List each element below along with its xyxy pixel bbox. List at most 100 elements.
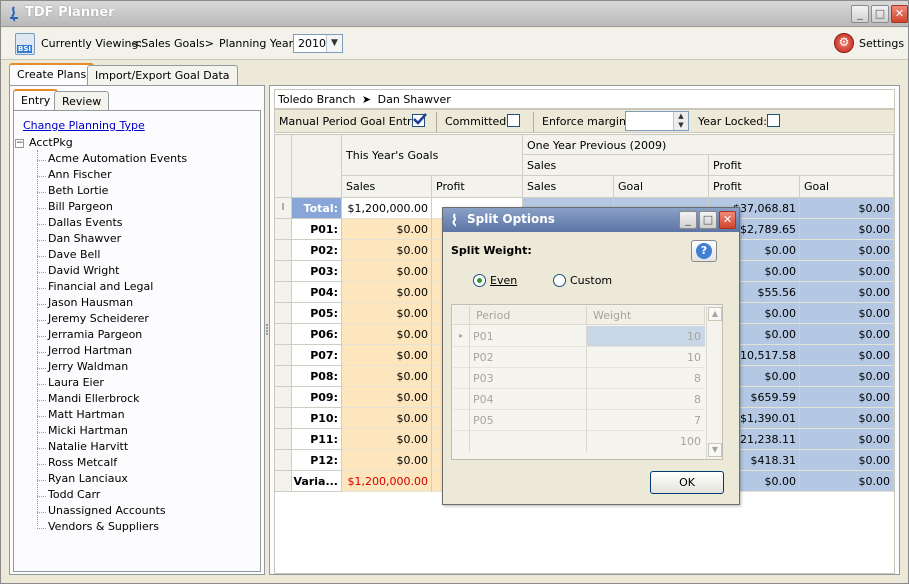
row-selector[interactable] bbox=[275, 366, 292, 387]
help-button[interactable]: ? bbox=[691, 240, 717, 262]
cell-tyg-sales[interactable]: $0.00 bbox=[342, 408, 432, 429]
row-selector[interactable] bbox=[275, 450, 292, 471]
row-selector[interactable] bbox=[275, 387, 292, 408]
spinner-arrows-icon[interactable]: ▲ ▼ bbox=[673, 112, 688, 130]
dialog-maximize-button[interactable]: □ bbox=[699, 211, 717, 229]
title-bar[interactable]: TDF Planner _ □ ✕ bbox=[1, 1, 908, 27]
minimize-button[interactable]: _ bbox=[851, 5, 869, 23]
row-selector[interactable] bbox=[275, 282, 292, 303]
collapse-icon[interactable]: − bbox=[15, 139, 24, 148]
weight-value[interactable]: 8 bbox=[587, 389, 705, 410]
tree-item[interactable]: Matt Hartman bbox=[15, 408, 259, 424]
tree-item[interactable]: Dan Shawver bbox=[15, 232, 259, 248]
tree-item[interactable]: Bill Pargeon bbox=[15, 200, 259, 216]
row-selector[interactable] bbox=[275, 261, 292, 282]
cell-tyg-sales[interactable]: $0.00 bbox=[342, 240, 432, 261]
scroll-up-icon[interactable]: ▲ bbox=[708, 307, 722, 321]
weight-value[interactable]: 8 bbox=[587, 368, 705, 389]
column-header-profit[interactable]: Profit bbox=[432, 176, 523, 198]
custom-label[interactable]: Custom bbox=[570, 274, 612, 287]
enforce-margin-input[interactable]: ▲ ▼ bbox=[625, 111, 689, 131]
row-selector[interactable] bbox=[275, 303, 292, 324]
tab-review[interactable]: Review bbox=[54, 91, 110, 111]
planning-year-select[interactable]: 2010 ▼ bbox=[293, 34, 343, 53]
column-header-prev-profit[interactable]: Profit bbox=[709, 176, 800, 198]
cell-tyg-sales[interactable]: $0.00 bbox=[342, 261, 432, 282]
tree-item[interactable]: Micki Hartman bbox=[15, 424, 259, 440]
tree-item[interactable]: Jeremy Scheiderer bbox=[15, 312, 259, 328]
cell-tyg-sales[interactable]: $0.00 bbox=[342, 345, 432, 366]
tree-item[interactable]: Todd Carr bbox=[15, 488, 259, 504]
weight-row-selector[interactable] bbox=[453, 410, 470, 431]
maximize-button[interactable]: □ bbox=[871, 5, 889, 23]
tree-item[interactable]: Jason Hausman bbox=[15, 296, 259, 312]
committed-checkbox[interactable] bbox=[507, 114, 520, 127]
tree-root[interactable]: − AcctPkg bbox=[15, 136, 259, 152]
column-header-prev-profit-goal[interactable]: Goal bbox=[800, 176, 894, 198]
row-selector[interactable]: I bbox=[275, 198, 292, 219]
weight-value[interactable]: 7 bbox=[587, 410, 705, 431]
dialog-minimize-button[interactable]: _ bbox=[679, 211, 697, 229]
tab-entry[interactable]: Entry bbox=[13, 89, 59, 111]
tree-item[interactable]: Jerrod Hartman bbox=[15, 344, 259, 360]
weight-row-selector[interactable] bbox=[453, 368, 470, 389]
weight-row-selector[interactable]: ▸ bbox=[453, 326, 470, 347]
tree-item[interactable]: Unassigned Accounts bbox=[15, 504, 259, 520]
tree-item[interactable]: Jerry Waldman bbox=[15, 360, 259, 376]
close-button[interactable]: ✕ bbox=[891, 5, 908, 23]
tree-item[interactable]: Natalie Harvitt bbox=[15, 440, 259, 456]
settings-button[interactable]: Settings bbox=[859, 37, 904, 50]
tree-item[interactable]: Ross Metcalf bbox=[15, 456, 259, 472]
column-header-prev-sales-goal[interactable]: Goal bbox=[614, 176, 709, 198]
tree-item[interactable]: Ryan Lanciaux bbox=[15, 472, 259, 488]
row-selector[interactable] bbox=[275, 471, 292, 492]
row-selector[interactable] bbox=[275, 324, 292, 345]
row-selector[interactable] bbox=[275, 345, 292, 366]
tree-item[interactable]: Ann Fischer bbox=[15, 168, 259, 184]
tree-item[interactable]: Dave Bell bbox=[15, 248, 259, 264]
cell-tyg-sales[interactable]: $0.00 bbox=[342, 324, 432, 345]
breadcrumb-branch[interactable]: Toledo Branch bbox=[278, 93, 355, 106]
column-header-prev-sales[interactable]: Sales bbox=[523, 176, 614, 198]
tree-item[interactable]: Mandi Ellerbrock bbox=[15, 392, 259, 408]
tree-item[interactable]: Dallas Events bbox=[15, 216, 259, 232]
chevron-down-icon[interactable]: ▼ bbox=[326, 35, 342, 52]
breadcrumb-person[interactable]: Dan Shawver bbox=[378, 93, 451, 106]
weight-row-selector[interactable] bbox=[453, 347, 470, 368]
row-selector[interactable] bbox=[275, 219, 292, 240]
change-planning-type-link[interactable]: Change Planning Type bbox=[23, 119, 145, 132]
cell-tyg-sales[interactable]: $1,200,000.00 bbox=[342, 471, 432, 492]
tree-item[interactable]: Laura Eier bbox=[15, 376, 259, 392]
cell-tyg-sales[interactable]: $0.00 bbox=[342, 387, 432, 408]
row-selector[interactable] bbox=[275, 408, 292, 429]
column-header-sales[interactable]: Sales bbox=[342, 176, 432, 198]
cell-tyg-sales[interactable]: $0.00 bbox=[342, 303, 432, 324]
cell-tyg-sales[interactable]: $0.00 bbox=[342, 366, 432, 387]
dialog-title-bar[interactable]: Split Options _ □ ✕ bbox=[443, 208, 739, 232]
row-selector[interactable] bbox=[275, 429, 292, 450]
weight-value[interactable]: 10 bbox=[587, 347, 705, 368]
tab-create-plans[interactable]: Create Plans bbox=[9, 63, 95, 85]
year-locked-checkbox[interactable] bbox=[767, 114, 780, 127]
tree-item[interactable]: Beth Lortie bbox=[15, 184, 259, 200]
custom-radio[interactable] bbox=[553, 274, 566, 287]
manual-entry-checkbox[interactable] bbox=[412, 113, 427, 127]
tree-item[interactable]: Acme Automation Events bbox=[15, 152, 259, 168]
cell-tyg-sales[interactable]: $0.00 bbox=[342, 219, 432, 240]
tree-item[interactable]: Jerramia Pargeon bbox=[15, 328, 259, 344]
cell-tyg-sales[interactable]: $0.00 bbox=[342, 429, 432, 450]
gear-icon[interactable]: ⚙ bbox=[834, 33, 854, 53]
weight-row-selector[interactable] bbox=[453, 389, 470, 410]
dialog-close-button[interactable]: ✕ bbox=[719, 211, 736, 229]
row-selector[interactable] bbox=[275, 240, 292, 261]
ok-button[interactable]: OK bbox=[650, 471, 724, 494]
scroll-down-icon[interactable]: ▼ bbox=[708, 443, 722, 457]
cell-tyg-sales[interactable]: $0.00 bbox=[342, 450, 432, 471]
even-label[interactable]: Even bbox=[490, 274, 517, 287]
tree-item[interactable]: David Wright bbox=[15, 264, 259, 280]
tree-item[interactable]: Vendors & Suppliers bbox=[15, 520, 259, 536]
cell-tyg-sales[interactable]: $1,200,000.00 bbox=[342, 198, 432, 219]
even-radio[interactable] bbox=[473, 274, 486, 287]
tree-item[interactable]: Financial and Legal bbox=[15, 280, 259, 296]
weight-value[interactable]: 10 bbox=[587, 326, 705, 347]
